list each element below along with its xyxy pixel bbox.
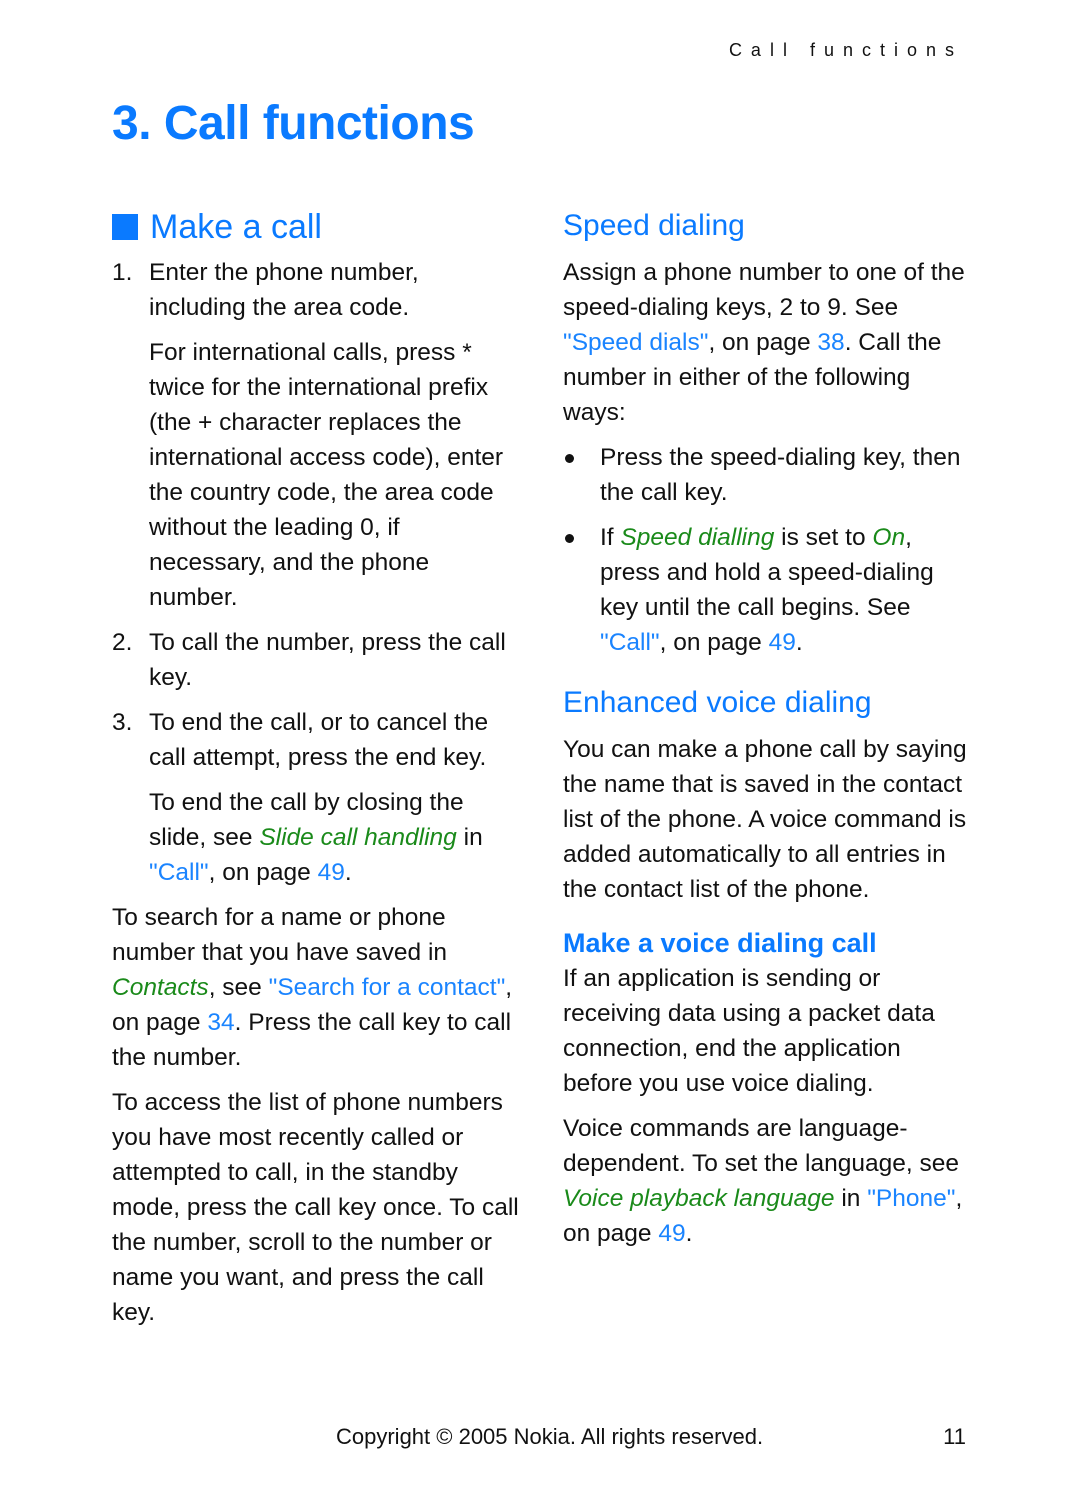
page-number: 11 xyxy=(943,1424,966,1449)
step-text: To end the call, or to cancel the call a… xyxy=(149,709,489,771)
left-column: Make a call 1. Enter the phone number, i… xyxy=(112,205,522,1340)
para-text: Assign a phone number to one of the spee… xyxy=(563,259,965,321)
link-search-for-contact[interactable]: "Search for a contact" xyxy=(269,974,506,1001)
enhanced-voice-body: You can make a phone call by saying the … xyxy=(563,736,967,903)
link-page-34[interactable]: 34 xyxy=(207,1009,234,1036)
section-heading-text: Make a call xyxy=(150,208,322,246)
step-text: To call the number, press the call key. xyxy=(149,629,506,691)
link-phone[interactable]: "Phone" xyxy=(867,1185,955,1212)
speed-dialing-intro: Assign a phone number to one of the spee… xyxy=(563,255,973,430)
bullet-text: is set to xyxy=(774,524,873,551)
link-call[interactable]: "Call" xyxy=(600,629,660,656)
term-speed-dialling: Speed dialling xyxy=(620,524,775,551)
link-call[interactable]: "Call" xyxy=(149,859,209,886)
para-text: . See xyxy=(840,294,899,321)
key-label: 2 xyxy=(779,294,794,321)
link-page-38[interactable]: 38 xyxy=(817,329,844,356)
step-number: 3. xyxy=(112,709,133,736)
search-paragraph: To search for a name or phone number tha… xyxy=(112,900,522,1075)
step-item: 2. To call the number, press the call ke… xyxy=(112,625,522,695)
voice-call-para2: Voice commands are language-dependent. T… xyxy=(563,1111,973,1251)
bullet-item: Press the speed-dialing key, then the ca… xyxy=(563,440,973,510)
step-number: 2. xyxy=(112,629,133,656)
link-page-49[interactable]: 49 xyxy=(658,1220,685,1247)
bullet-dot-icon xyxy=(565,534,574,543)
bullet-dot-icon xyxy=(565,454,574,463)
speed-dialing-bullets: Press the speed-dialing key, then the ca… xyxy=(563,440,973,660)
page-footer: Copyright © 2005 Nokia. All rights reser… xyxy=(336,1424,966,1450)
bullet-text: , on page xyxy=(659,629,769,656)
step-item: 3. To end the call, or to cancel the cal… xyxy=(112,705,522,890)
step-number: 1. xyxy=(112,259,133,286)
para-text: to xyxy=(793,294,828,321)
bullet-item: If Speed dialling is set to On, press an… xyxy=(563,520,973,660)
step-item: 1. Enter the phone number, including the… xyxy=(112,255,522,615)
section-marker-square-icon xyxy=(112,214,138,240)
link-speed-dials[interactable]: "Speed dials" xyxy=(563,329,708,356)
para-text: , see xyxy=(208,974,269,1001)
step-note: To end the call by closing the slide, se… xyxy=(149,785,522,890)
note-text: in xyxy=(456,824,483,851)
step-text: Enter the phone number, including the ar… xyxy=(149,259,419,321)
term-contacts: Contacts xyxy=(112,974,209,1001)
para-text: Voice commands are language-dependent. T… xyxy=(563,1115,959,1177)
note-text: . xyxy=(344,859,352,886)
right-column: Speed dialing Assign a phone number to o… xyxy=(563,205,973,1261)
para-text: To search for a name or phone number tha… xyxy=(112,904,448,966)
subheading-speed-dialing: Speed dialing xyxy=(563,209,745,242)
steps-list: 1. Enter the phone number, including the… xyxy=(112,255,522,890)
bullet-text: If xyxy=(600,524,621,551)
bullet-text: Press the speed-dialing key, then the ca… xyxy=(600,444,961,506)
para-text: in xyxy=(834,1185,868,1212)
step-note: For international calls, press * twice f… xyxy=(149,339,504,611)
para-text: , on page xyxy=(708,329,818,356)
subheading-enhanced-voice-dialing: Enhanced voice dialing xyxy=(563,686,872,719)
link-page-49[interactable]: 49 xyxy=(318,859,345,886)
section-heading-make-a-call: Make a call xyxy=(112,205,522,249)
term-voice-playback-language: Voice playback language xyxy=(563,1185,835,1212)
recent-calls-paragraph: To access the list of phone numbers you … xyxy=(112,1089,519,1326)
term-slide-call-handling: Slide call handling xyxy=(259,824,457,851)
link-page-49[interactable]: 49 xyxy=(769,629,796,656)
note-text: , on page xyxy=(208,859,318,886)
chapter-title: 3. Call functions xyxy=(112,97,475,150)
voice-call-para1: If an application is sending or receivin… xyxy=(563,965,935,1097)
para-text: . xyxy=(685,1220,693,1247)
bullet-text: . xyxy=(795,629,803,656)
term-on: On xyxy=(872,524,906,551)
running-header: Call functions xyxy=(728,40,963,60)
copyright-text: Copyright © 2005 Nokia. All rights reser… xyxy=(336,1424,764,1449)
key-label: 9 xyxy=(827,294,841,321)
subheading-make-voice-dialing-call: Make a voice dialing call xyxy=(563,928,877,958)
